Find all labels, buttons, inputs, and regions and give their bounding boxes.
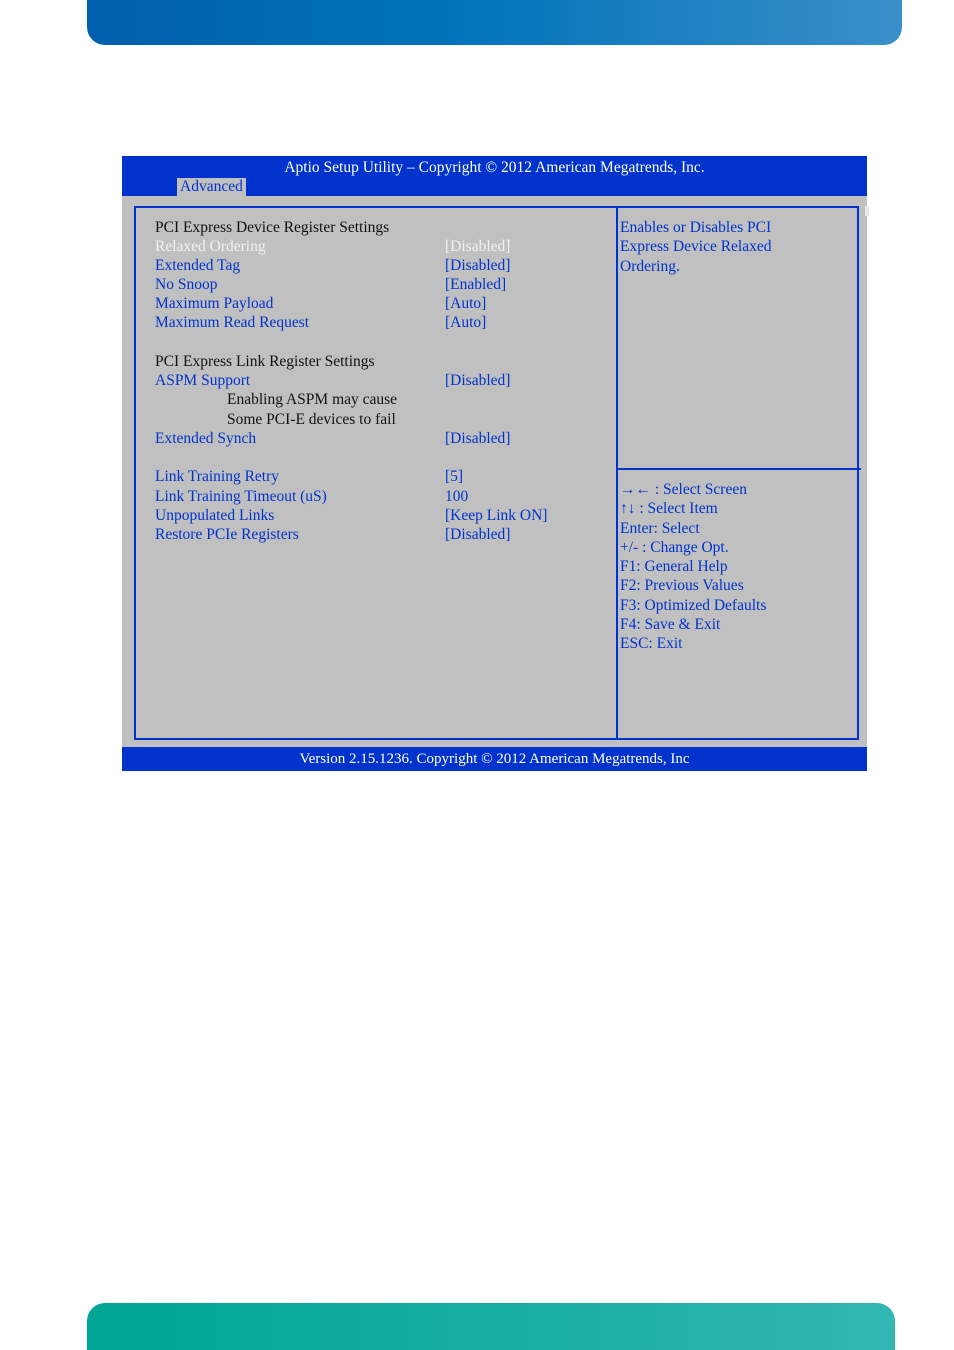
key-help-f2: F2: Previous Values [620,577,744,595]
setting-label: Relaxed Ordering [155,238,266,255]
setting-value[interactable]: [Disabled] [445,237,510,256]
key-help-select-screen: →← : Select Screen [620,481,747,498]
setting-label: Unpopulated Links [155,507,275,524]
setting-relaxed-ordering[interactable]: Relaxed Ordering [Disabled] [155,237,605,256]
setting-value[interactable]: [Auto] [445,294,486,313]
key-help-enter: Enter: Select [620,519,700,537]
setting-value[interactable]: [Auto] [445,313,486,332]
key-help-change-opt: +/- : Change Opt. [620,538,729,556]
panel-divider-vertical [616,208,618,738]
bios-version-footer: Version 2.15.1236. Copyright © 2012 Amer… [122,747,867,771]
key-help-esc: ESC: Exit [620,635,683,653]
setting-label: Extended Tag [155,257,241,274]
key-help-f4: F4: Save & Exit [620,616,721,634]
item-help-panel: Enables or Disables PCI Express Device R… [620,218,772,276]
aspm-warning-line-2: Some PCI-E devices to fail [227,411,396,428]
page-header-bar [87,0,902,45]
bios-title: Aptio Setup Utility – Copyright © 2012 A… [284,159,705,176]
setting-label: Extended Synch [155,430,257,447]
setting-value[interactable]: [Disabled] [445,525,510,544]
setting-label: Link Training Timeout (uS) [155,488,327,505]
setting-value[interactable]: [Enabled] [445,275,506,294]
setting-value[interactable]: [Disabled] [445,429,510,448]
setting-extended-synch[interactable]: Extended Synch [Disabled] [155,429,605,448]
setting-value[interactable]: [Disabled] [445,256,510,275]
section-heading-link: PCI Express Link Register Settings [155,353,375,370]
setting-restore-pcie-registers[interactable]: Restore PCIe Registers [Disabled] [155,525,605,544]
setting-label: Maximum Read Request [155,314,310,331]
help-text-line: Enables or Disables PCI [620,219,772,236]
bios-setup-screen: Aptio Setup Utility – Copyright © 2012 A… [122,156,869,771]
setting-maximum-read-request[interactable]: Maximum Read Request [Auto] [155,313,605,332]
setting-label: Maximum Payload [155,295,274,312]
setting-value[interactable]: [Disabled] [445,371,510,390]
setting-link-training-timeout[interactable]: Link Training Timeout (uS) 100 [155,487,605,506]
key-help-f1: F1: General Help [620,558,728,576]
setting-aspm-support[interactable]: ASPM Support [Disabled] [155,371,605,390]
page-footer-bar [87,1303,895,1350]
setting-link-training-retry[interactable]: Link Training Retry [5] [155,467,605,486]
key-help-f3: F3: Optimized Defaults [620,596,767,614]
aspm-warning-line-1: Enabling ASPM may cause [227,391,398,408]
help-text-line: Express Device Relaxed [620,238,772,256]
bios-title-bar: Aptio Setup Utility – Copyright © 2012 A… [122,156,867,196]
help-divider-horizontal [618,468,861,470]
scroll-indicator [865,206,869,216]
setting-maximum-payload[interactable]: Maximum Payload [Auto] [155,294,605,313]
setting-label: Link Training Retry [155,468,280,485]
bios-main-frame: PCI Express Device Register Settings Rel… [134,206,861,740]
key-help-select-item: ↑↓ : Select Item [620,500,718,518]
tab-advanced[interactable]: Advanced [177,178,246,196]
key-help-panel: →← : Select Screen ↑↓ : Select Item Ente… [620,480,766,654]
setting-value[interactable]: [5] [445,467,463,486]
setting-no-snoop[interactable]: No Snoop [Enabled] [155,275,605,294]
setting-value[interactable]: [Keep Link ON] [445,506,547,525]
setting-unpopulated-links[interactable]: Unpopulated Links [Keep Link ON] [155,506,605,525]
setting-label: Restore PCIe Registers [155,526,299,543]
section-heading-device: PCI Express Device Register Settings [155,219,390,236]
setting-extended-tag[interactable]: Extended Tag [Disabled] [155,256,605,275]
setting-label: No Snoop [155,276,218,293]
setting-value[interactable]: 100 [445,487,468,506]
help-text-line: Ordering. [620,257,680,275]
setting-label: ASPM Support [155,372,251,389]
